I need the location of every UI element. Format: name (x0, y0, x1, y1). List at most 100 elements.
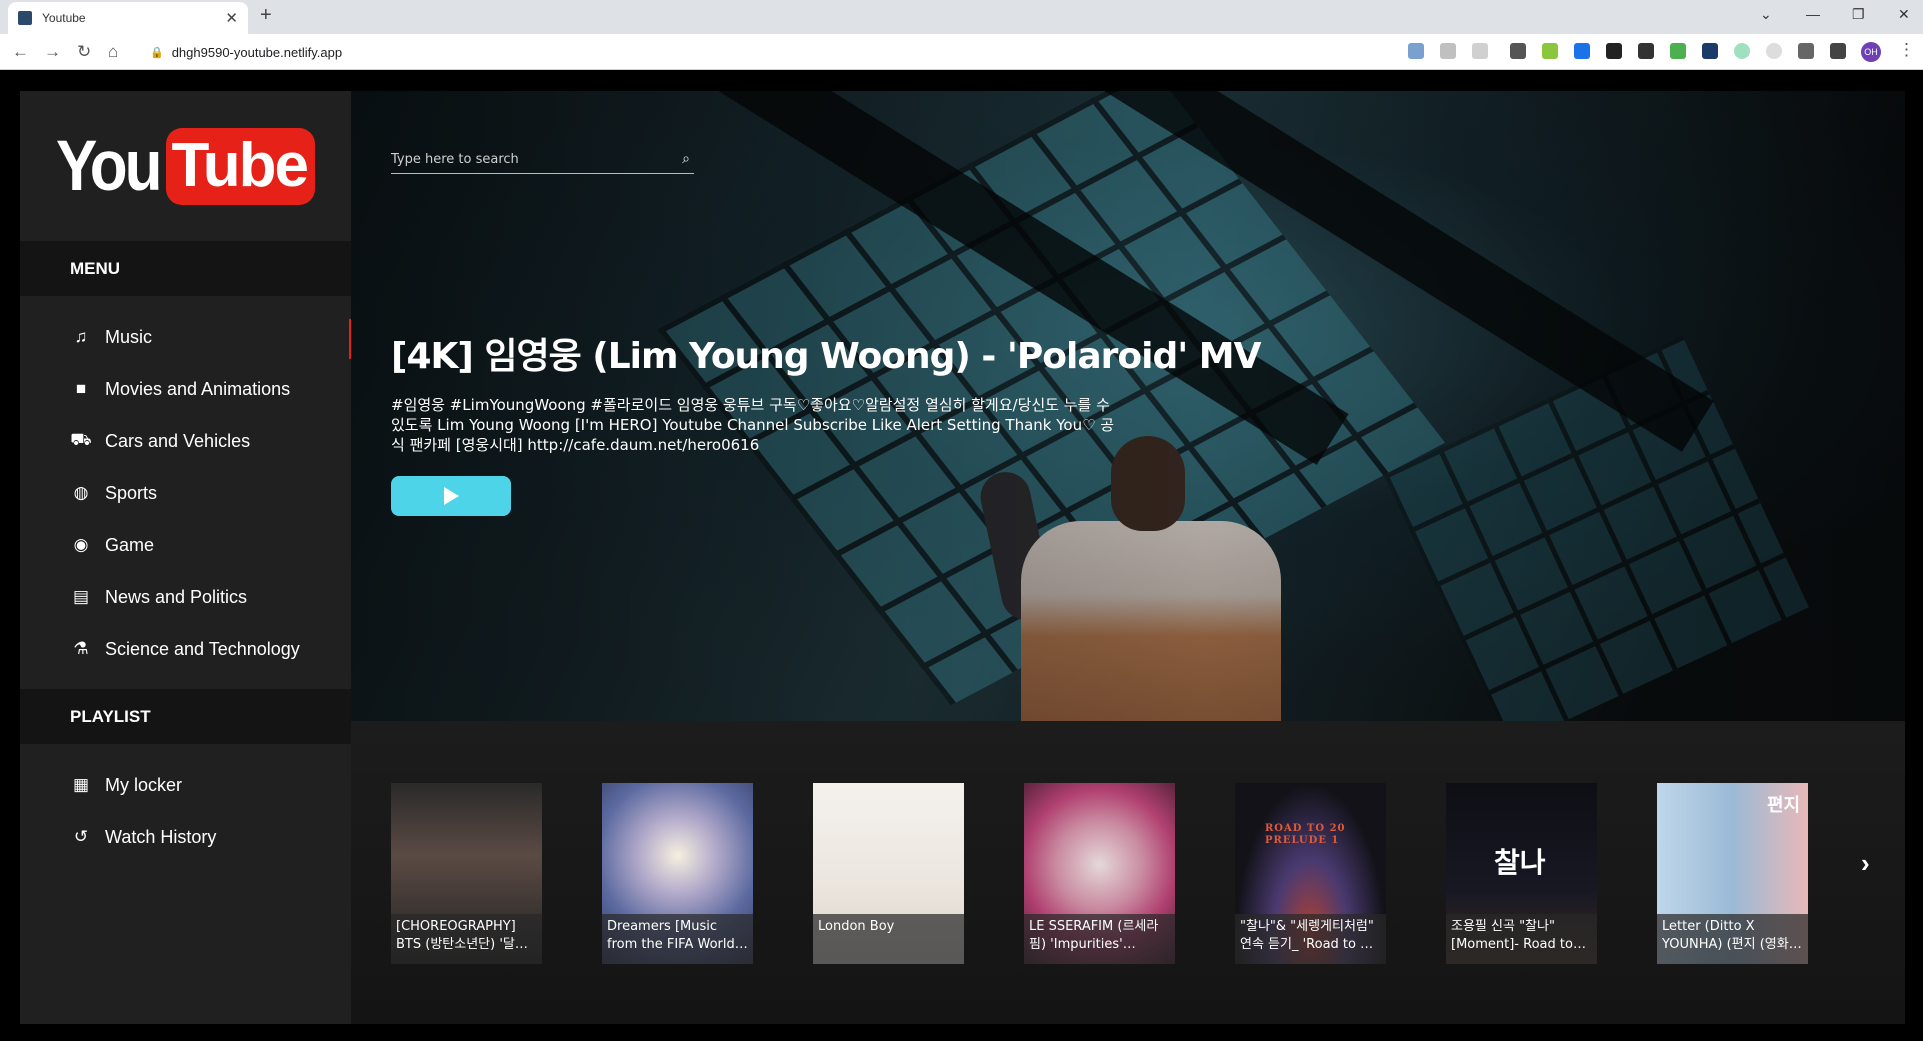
extension-icon[interactable] (1734, 43, 1750, 59)
video-thumbnail[interactable]: Dreamers [Music from the FIFA World Cup … (602, 783, 753, 964)
home-icon[interactable]: ⌂ (108, 42, 118, 62)
thumbnail-caption: London Boy (813, 914, 964, 964)
side-panel-icon[interactable] (1830, 43, 1846, 59)
gamepad-icon: ◉ (73, 535, 89, 554)
menu-kebab-icon[interactable]: ⋮ (1898, 40, 1915, 60)
menu-item-news[interactable]: ▤ News and Politics (20, 571, 351, 623)
extension-icon[interactable] (1606, 43, 1622, 59)
video-camera-icon: ■ (75, 379, 87, 398)
menu-item-label: Music (105, 326, 153, 347)
thumbnail-art-text: 찰나 (1494, 846, 1546, 879)
thumbnail-title: London Boy (818, 919, 895, 934)
play-button[interactable] (391, 476, 511, 516)
menu-heading: MENU (20, 241, 351, 296)
menu-item-sports[interactable]: ◍ Sports (20, 467, 351, 519)
thumbnail-title: 조용필 신곡 "찰나" [Moment]- Road to 20 - Prelu… (1451, 919, 1573, 952)
url-text: dhgh9590-youtube.netlify.app (171, 44, 343, 60)
thumbnail-strip: [CHOREOGRAPHY] BTS (방탄소년단) '달려라 방탄' Danc… (351, 721, 1905, 1024)
back-icon[interactable]: ← (12, 42, 29, 62)
video-thumbnail[interactable]: 찰나 조용필 신곡 "찰나" [Moment]- Road to 20 - Pr… (1446, 783, 1597, 964)
thumbnail-caption: [CHOREOGRAPHY] BTS (방탄소년단) '달려라 방탄' Danc… (391, 914, 542, 964)
video-thumbnail[interactable]: 편지 Letter (Ditto X YOUNHA) (편지 (영화 '동감' … (1657, 783, 1808, 964)
search-input[interactable] (391, 146, 661, 172)
basketball-icon: ◍ (73, 483, 89, 502)
thumbnail-caption: 조용필 신곡 "찰나" [Moment]- Road to 20 - Prelu… (1446, 914, 1597, 964)
menu-item-cars[interactable]: ⛟ Cars and Vehicles (20, 415, 351, 467)
extension-icon[interactable] (1702, 43, 1718, 59)
tab-search-icon[interactable]: ⌄ (1760, 6, 1772, 23)
thumbnail-title: Letter (Ditto X YOUNHA) (편지 (영화 '동감' X 윤… (1662, 919, 1789, 952)
menu-list: ♫ Music ■ Movies and Animations ⛟ Cars a… (20, 296, 351, 689)
profile-initials: OH (1864, 47, 1878, 57)
thumbnail-title: [CHOREOGRAPHY] BTS (방탄소년단) '달려라 방탄' Danc… (396, 919, 527, 952)
menu-item-game[interactable]: ◉ Game (20, 519, 351, 571)
thumbnail-art-text: 편지 (1767, 795, 1801, 816)
history-icon: ↺ (73, 827, 89, 846)
newspaper-icon: ▤ (72, 587, 90, 606)
menu-item-movies[interactable]: ■ Movies and Animations (20, 363, 351, 415)
video-thumbnail[interactable]: ROAD TO 20 PRELUDE 1 "찰나"& "세렝게티처럼" 연속 듣… (1235, 783, 1386, 964)
extension-icon[interactable] (1670, 43, 1686, 59)
extension-icon[interactable] (1542, 43, 1558, 59)
thumbnail-list: [CHOREOGRAPHY] BTS (방탄소년단) '달려라 방탄' Danc… (391, 783, 1868, 964)
playlist-item-my-locker[interactable]: ▦ My locker (20, 759, 351, 811)
download-icon[interactable] (1574, 43, 1590, 59)
thumbnail-title: "찰나"& "세렝게티처럼" 연속 듣기_ 'Road to 20 - Prel… (1240, 919, 1377, 952)
thumbnail-title: Dreamers [Music from the FIFA World Cup … (607, 919, 735, 952)
share-icon[interactable] (1440, 43, 1456, 59)
minimize-icon[interactable]: — (1806, 6, 1820, 22)
car-icon: ⛟ (70, 430, 92, 449)
restore-icon[interactable]: ❐ (1852, 6, 1865, 23)
thumbnail-caption: Dreamers [Music from the FIFA World Cup … (602, 914, 753, 964)
favicon-icon (18, 11, 32, 25)
address-bar: ← → ↻ ⌂ 🔒 dhgh9590-youtube.netlify.app O… (0, 34, 1923, 70)
menu-item-label: Sports (105, 482, 158, 503)
close-window-icon[interactable]: ✕ (1898, 6, 1910, 23)
menu-item-label: Science and Technology (105, 638, 300, 659)
logo-you-text: You (56, 126, 162, 206)
translate-icon[interactable] (1408, 43, 1424, 59)
profile-avatar[interactable]: OH (1861, 42, 1881, 62)
search-box: ⌕ (391, 146, 694, 174)
thumbnail-title: LE SSERAFIM (르세라핌) 'Impurities' OFFICIAL… (1029, 919, 1159, 952)
puzzle-icon[interactable] (1798, 43, 1814, 59)
playlist-list: ▦ My locker ↺ Watch History (20, 744, 351, 877)
menu-item-label: Cars and Vehicles (105, 430, 251, 451)
hero-description: #임영웅 #LimYoungWoong #폴라로이드 임영웅 웅튜브 구독♡좋아… (391, 396, 1115, 454)
tab-title: Youtube (42, 11, 86, 25)
url-field[interactable]: 🔒 dhgh9590-youtube.netlify.app (140, 39, 1400, 65)
menu-item-label: Movies and Animations (105, 378, 291, 399)
video-thumbnail[interactable]: London Boy (813, 783, 964, 964)
thumbnail-caption: LE SSERAFIM (르세라핌) 'Impurities' OFFICIAL… (1024, 914, 1175, 964)
playlist-heading: PLAYLIST (20, 689, 351, 744)
extension-icon[interactable] (1766, 43, 1782, 59)
reload-icon[interactable]: ↻ (77, 42, 91, 62)
extension-icon[interactable] (1510, 43, 1526, 59)
video-thumbnail[interactable]: LE SSERAFIM (르세라핌) 'Impurities' OFFICIAL… (1024, 783, 1175, 964)
thumbnail-caption: Letter (Ditto X YOUNHA) (편지 (영화 '동감' X 윤… (1657, 914, 1808, 964)
logo[interactable]: You Tube (20, 91, 351, 241)
calendar-icon: ▦ (72, 775, 90, 794)
main-content: ⌕ [4K] 임영웅 (Lim Young Woong) - 'Polaroid… (351, 91, 1905, 1024)
bookmark-star-icon[interactable] (1472, 43, 1488, 59)
menu-item-music[interactable]: ♫ Music (20, 311, 351, 363)
chevron-right-icon[interactable]: › (1861, 848, 1870, 879)
forward-icon[interactable]: → (44, 42, 61, 62)
browser-tab[interactable]: Youtube ✕ (8, 2, 248, 34)
thumbnail-caption: "찰나"& "세렝게티처럼" 연속 듣기_ 'Road to 20 - Prel… (1235, 914, 1386, 964)
playlist-item-watch-history[interactable]: ↺ Watch History (20, 811, 351, 863)
video-thumbnail[interactable]: [CHOREOGRAPHY] BTS (방탄소년단) '달려라 방탄' Danc… (391, 783, 542, 964)
playlist-item-label: My locker (105, 774, 183, 795)
menu-item-label: Game (105, 534, 155, 555)
play-icon (443, 487, 459, 505)
close-tab-icon[interactable]: ✕ (225, 9, 238, 27)
thumbnail-art-text: ROAD TO 20 PRELUDE 1 (1265, 823, 1346, 846)
extension-icon[interactable] (1638, 43, 1654, 59)
menu-item-science[interactable]: ⚗ Science and Technology (20, 623, 351, 675)
new-tab-icon[interactable]: + (260, 4, 272, 27)
sidebar: You Tube MENU ♫ Music ■ Movies and Anima… (20, 91, 351, 1024)
hero-title: [4K] 임영웅 (Lim Young Woong) - 'Polaroid' … (391, 336, 1261, 377)
search-icon[interactable]: ⌕ (682, 150, 690, 167)
music-note-icon: ♫ (74, 327, 88, 346)
playlist-item-label: Watch History (105, 826, 217, 847)
